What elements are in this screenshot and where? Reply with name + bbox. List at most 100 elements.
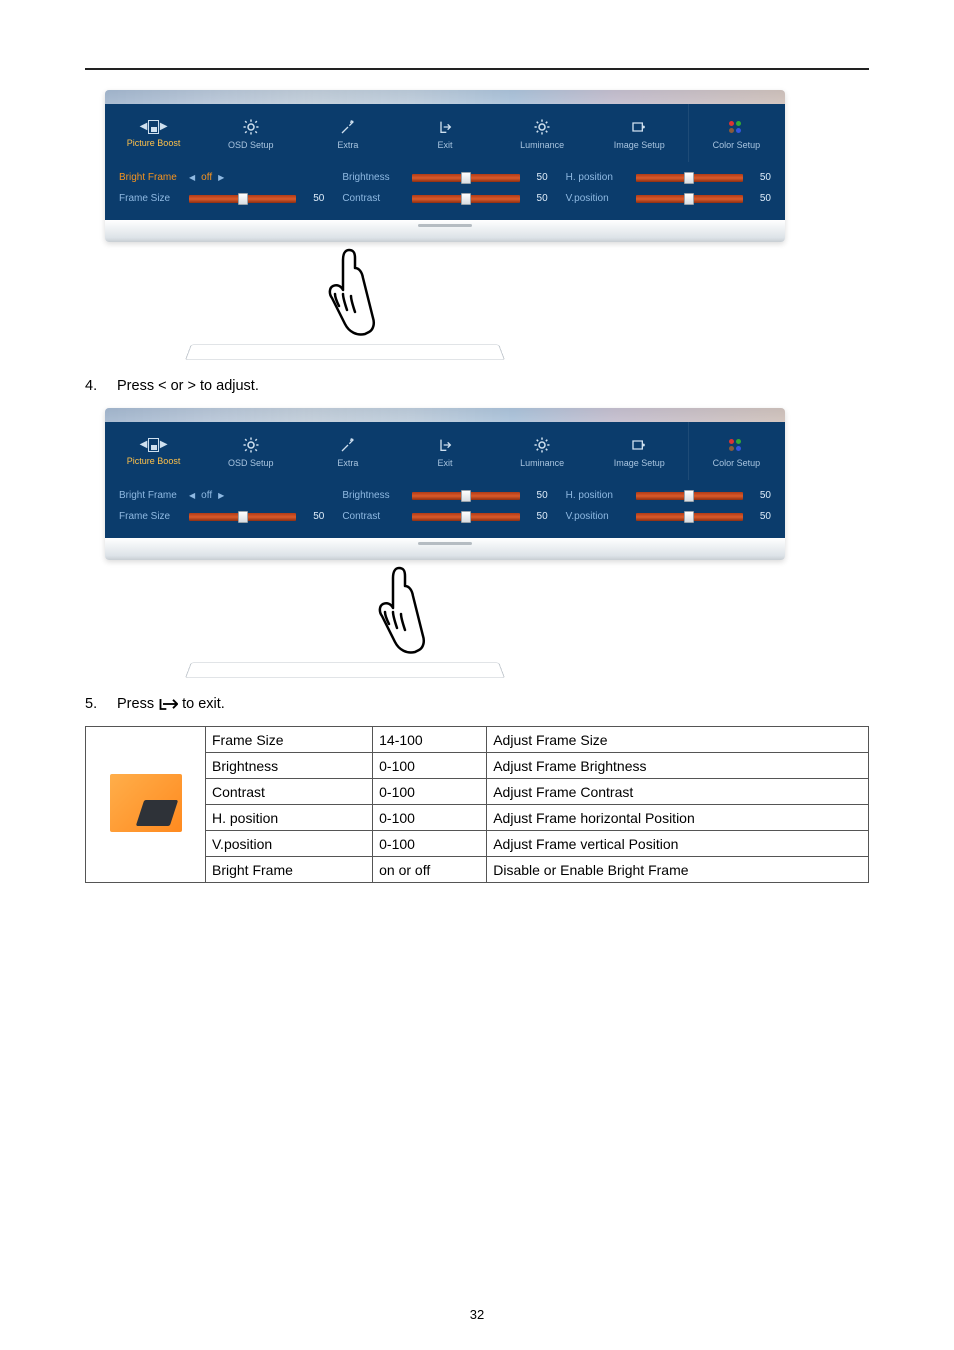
page-number: 32 (0, 1307, 954, 1322)
label: H. position (566, 490, 628, 501)
row-frame-size: Frame Size 50 (119, 511, 324, 522)
settings-table: Frame Size 14-100 Adjust Frame Size Brig… (85, 726, 869, 883)
step-5: 5. Press to exit. (85, 696, 869, 712)
tab-exit: Exit (396, 104, 493, 162)
slider (189, 195, 296, 203)
step-number: 5. (85, 696, 99, 712)
osd-panel-1: ◀ ▶ Picture Boost OSD Setup (105, 90, 869, 242)
value: 50 (751, 193, 771, 204)
setting-name: Brightness (206, 753, 373, 779)
triangle-right-icon: ▶ (218, 173, 224, 182)
hand-icon (365, 564, 435, 659)
tab-label: Color Setup (713, 140, 761, 150)
value: 50 (751, 172, 771, 183)
setting-name: H. position (206, 805, 373, 831)
hand-icon (315, 246, 385, 341)
triangle-right-icon: ▶ (218, 491, 224, 500)
slider (636, 174, 743, 182)
step-text-before: Press (117, 696, 154, 712)
slider (636, 492, 743, 500)
tab-osd-setup: OSD Setup (202, 104, 299, 162)
sun-icon (532, 435, 552, 455)
label: V.position (566, 511, 628, 522)
value: 50 (751, 511, 771, 522)
triangle-left-icon: ◀ (189, 173, 195, 182)
slider (412, 513, 519, 521)
setting-range: 0-100 (373, 831, 487, 857)
tab-exit: Exit (396, 422, 493, 480)
tab-label: Image Setup (614, 140, 665, 150)
setting-desc: Adjust Frame Contrast (487, 779, 869, 805)
setting-range: 0-100 (373, 753, 487, 779)
image-setup-icon (629, 435, 649, 455)
setting-desc: Disable or Enable Bright Frame (487, 857, 869, 883)
label: Brightness (342, 490, 404, 501)
setting-name: Contrast (206, 779, 373, 805)
tab-label: Luminance (520, 458, 564, 468)
tools-icon (338, 117, 358, 137)
value: 50 (528, 511, 548, 522)
row-frame-size: Frame Size 50 (119, 193, 324, 204)
tab-luminance: Luminance (494, 104, 591, 162)
setting-range: on or off (373, 857, 487, 883)
tab-extra: Extra (299, 104, 396, 162)
exit-icon (435, 117, 455, 137)
exit-arrow-icon (158, 697, 178, 711)
picture-boost-large-icon (110, 774, 182, 832)
label: Frame Size (119, 511, 181, 522)
tab-image-setup: Image Setup (591, 104, 688, 162)
osd-tabs: ◀ ▶ Picture Boost OSD Setup (105, 104, 785, 162)
slider (412, 195, 519, 203)
setting-name: V.position (206, 831, 373, 857)
slider (412, 174, 519, 182)
setting-desc: Adjust Frame Brightness (487, 753, 869, 779)
tab-osd-setup: OSD Setup (202, 422, 299, 480)
setting-range: 0-100 (373, 779, 487, 805)
tab-label: Exit (437, 140, 452, 150)
label: Contrast (342, 193, 404, 204)
exit-icon (435, 435, 455, 455)
label: Contrast (342, 511, 404, 522)
sun-icon (532, 117, 552, 137)
row-brightness: Brightness 50 (342, 172, 547, 183)
osd-panel-2: ◀▶ Picture Boost OSD Setup Extra (105, 408, 869, 560)
value: 50 (751, 490, 771, 501)
setting-desc: Adjust Frame vertical Position (487, 831, 869, 857)
label: Bright Frame (119, 490, 181, 501)
picture-boost-icon: ◀ ▶ (140, 119, 168, 135)
tab-label: Picture Boost (127, 456, 181, 466)
step-text: Press < or > to adjust. (117, 378, 259, 394)
step-number: 4. (85, 378, 99, 394)
row-v-position: V.position 50 (566, 193, 771, 204)
option-value: off (201, 172, 212, 183)
color-setup-icon (726, 435, 746, 455)
value: 50 (304, 193, 324, 204)
image-setup-icon (629, 117, 649, 137)
row-bright-frame: Bright Frame ◀ off ▶ (119, 172, 324, 183)
slider (636, 513, 743, 521)
setting-range: 14-100 (373, 727, 487, 753)
option-selector: ◀ off ▶ (189, 172, 224, 183)
row-contrast: Contrast 50 (342, 511, 547, 522)
tab-label: Image Setup (614, 458, 665, 468)
setting-range: 0-100 (373, 805, 487, 831)
label: Brightness (342, 172, 404, 183)
tab-label: Extra (337, 458, 358, 468)
value: 50 (528, 172, 548, 183)
row-contrast: Contrast 50 (342, 193, 547, 204)
hand-illustration (105, 568, 785, 678)
triangle-left-icon: ◀ (189, 491, 195, 500)
color-setup-icon (726, 117, 746, 137)
gear-icon (241, 117, 261, 137)
tools-icon (338, 435, 358, 455)
setting-name: Frame Size (206, 727, 373, 753)
setting-desc: Adjust Frame Size (487, 727, 869, 753)
tab-label: Luminance (520, 140, 564, 150)
tab-picture-boost: ◀▶ Picture Boost (105, 422, 202, 480)
tab-color-setup: Color Setup (688, 104, 785, 162)
tab-extra: Extra (299, 422, 396, 480)
option-value: off (201, 490, 212, 501)
row-bright-frame: Bright Frame ◀ off ▶ (119, 490, 324, 501)
setting-desc: Adjust Frame horizontal Position (487, 805, 869, 831)
value: 50 (528, 193, 548, 204)
